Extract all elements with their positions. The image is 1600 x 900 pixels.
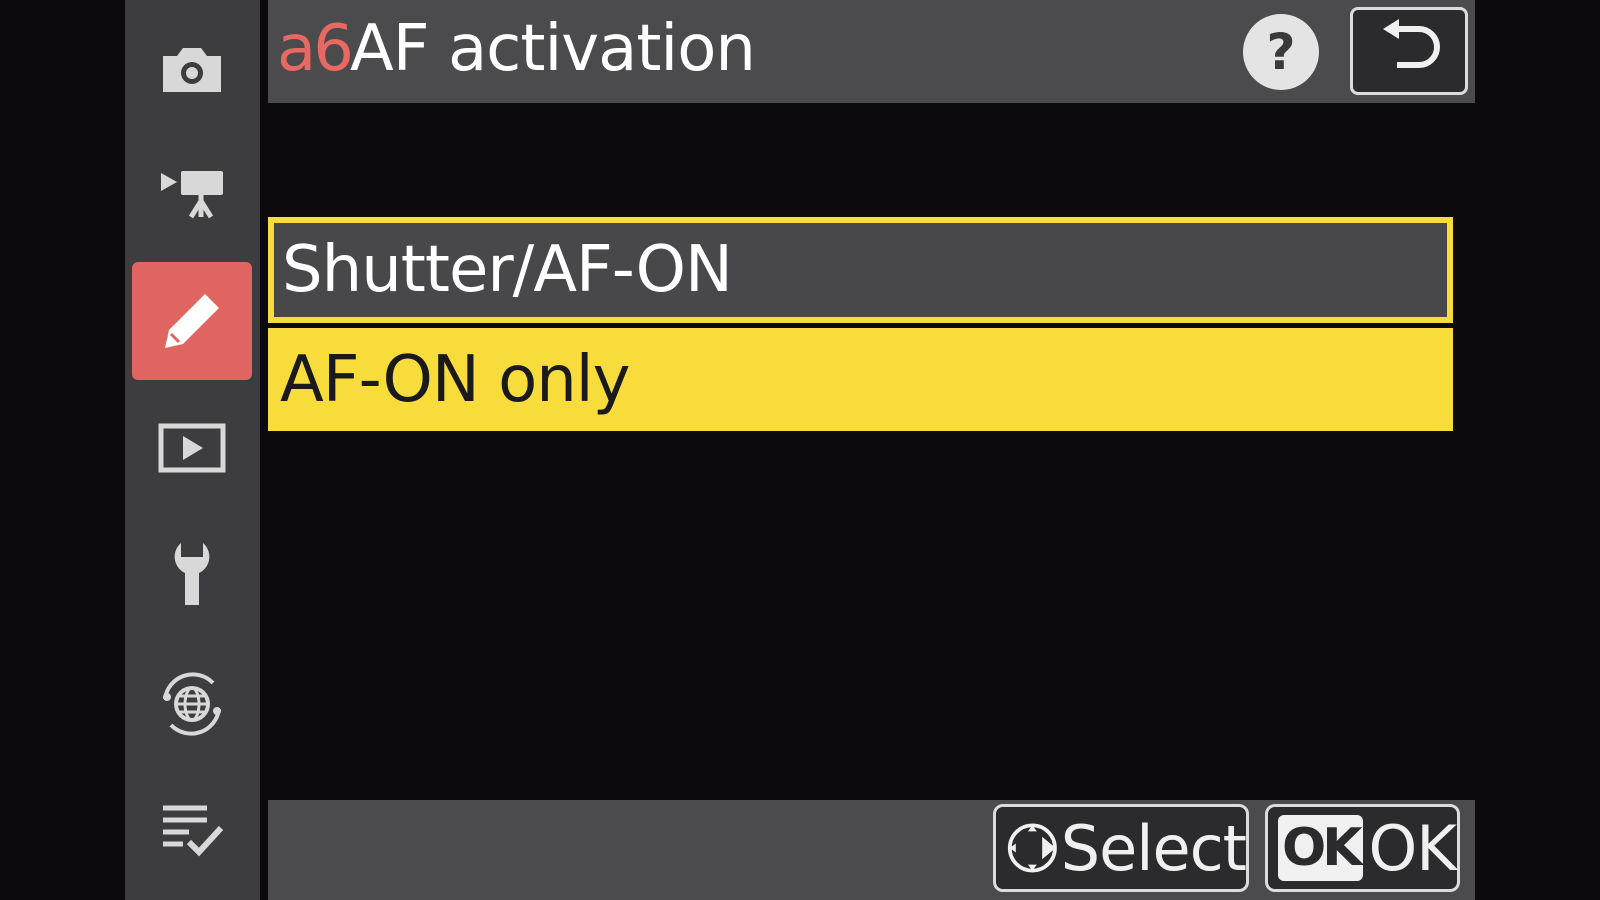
sidebar-item-video-recording[interactable]: [132, 135, 252, 253]
help-button[interactable]: ?: [1243, 14, 1319, 90]
multi-selector-icon: [1007, 823, 1057, 873]
menu-sidebar: [125, 0, 260, 900]
play-icon: [158, 423, 226, 473]
menu-item-code: a6: [277, 12, 354, 86]
sidebar-item-network[interactable]: [132, 645, 252, 763]
option-af-on-only[interactable]: AF-ON only: [268, 328, 1453, 431]
movie-camera-icon: [161, 171, 223, 219]
pencil-icon: [165, 294, 219, 348]
sidebar-item-custom-settings[interactable]: [132, 262, 252, 380]
sidebar-item-my-menu[interactable]: [132, 772, 252, 890]
camera-icon: [163, 48, 221, 92]
ok-label: OK: [1368, 811, 1457, 885]
ok-button-icon: OK: [1278, 815, 1363, 881]
checklist-icon: [163, 805, 224, 857]
sidebar-item-playback[interactable]: [132, 390, 252, 508]
wrench-icon: [174, 543, 210, 605]
sidebar-item-photo-shooting[interactable]: [132, 10, 252, 128]
option-label: Shutter/AF-ON: [282, 233, 733, 307]
option-shutter-af-on[interactable]: Shutter/AF-ON: [268, 217, 1453, 323]
ok-button[interactable]: OK OK: [1265, 804, 1460, 892]
back-button[interactable]: [1350, 7, 1468, 95]
sidebar-item-setup[interactable]: [132, 515, 252, 633]
return-arrow-icon: [1383, 19, 1440, 68]
page-title: AF activation: [350, 12, 756, 86]
select-button[interactable]: Select: [993, 804, 1249, 892]
globe-icon: [163, 672, 221, 736]
select-label: Select: [1060, 811, 1247, 885]
option-label: AF-ON only: [280, 342, 630, 417]
question-mark-icon: ?: [1266, 23, 1296, 81]
